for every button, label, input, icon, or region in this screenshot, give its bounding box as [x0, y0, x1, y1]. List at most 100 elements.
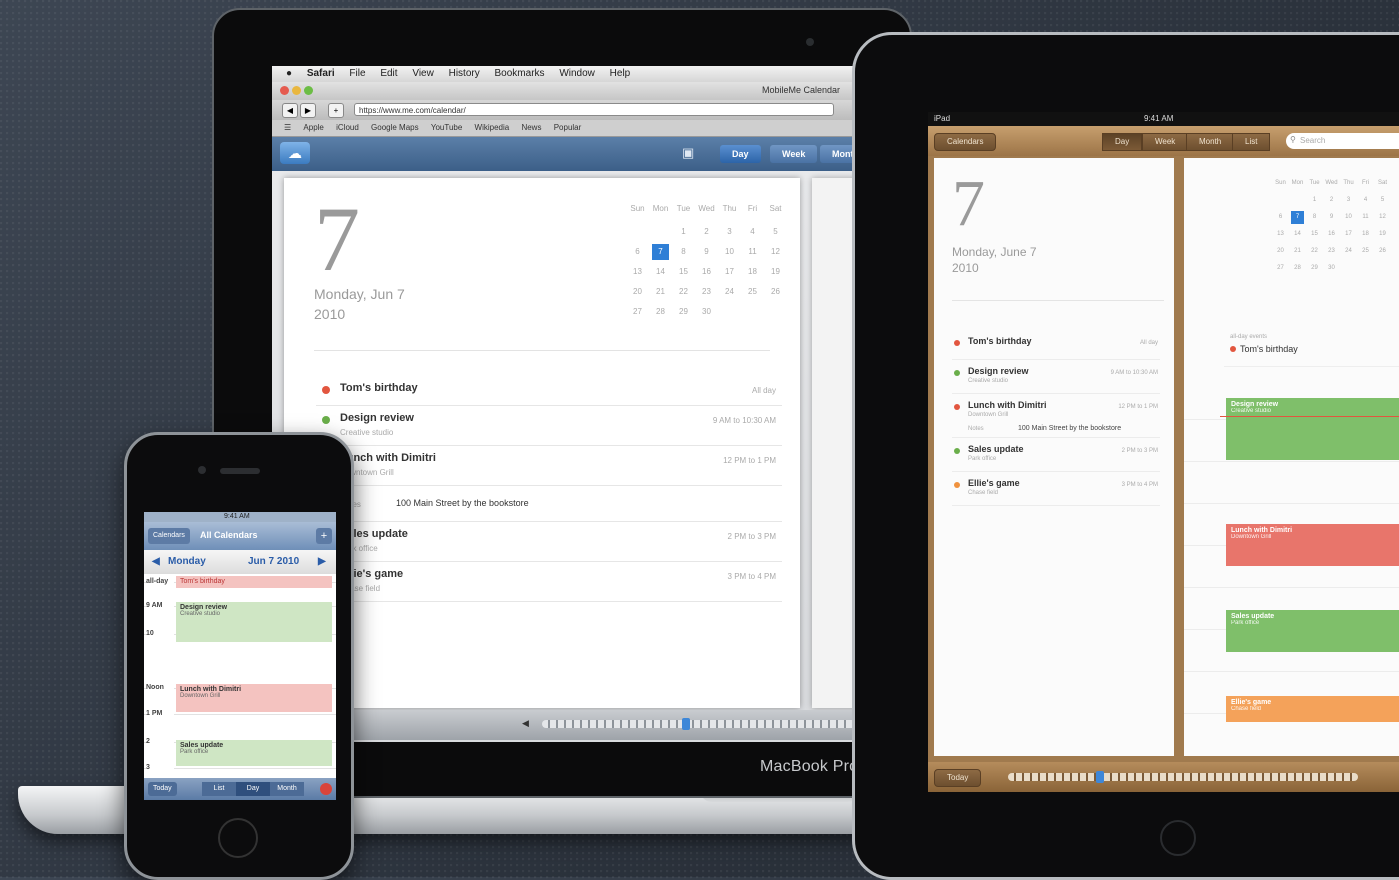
mini-cal-day[interactable]: 22: [1308, 245, 1321, 258]
mini-cal-day[interactable]: 10: [721, 244, 738, 260]
bookmark-popular[interactable]: Popular: [554, 120, 582, 136]
mini-cal-day[interactable]: 6: [1274, 211, 1287, 224]
apple-icon[interactable]: ●: [286, 66, 292, 82]
bookmark-news[interactable]: News: [521, 120, 541, 136]
event-row[interactable]: Tom's birthday All day: [316, 376, 782, 406]
event-row[interactable]: Notes100 Main Street by the bookstore: [316, 486, 782, 522]
mini-cal-day[interactable]: 28: [652, 304, 669, 320]
mini-cal-day[interactable]: 18: [744, 264, 761, 280]
close-icon[interactable]: [280, 86, 289, 95]
event-row[interactable]: Sales update Park office 2 PM to 3 PM: [952, 438, 1160, 472]
menu-item-help[interactable]: Help: [610, 66, 631, 82]
tab-day[interactable]: Day: [236, 782, 270, 796]
menu-item-view[interactable]: View: [412, 66, 434, 82]
mini-cal-day[interactable]: 22: [675, 284, 692, 300]
add-bookmark-icon[interactable]: +: [328, 103, 344, 118]
mini-cal-day[interactable]: [721, 304, 738, 320]
tab-month[interactable]: Month: [270, 782, 304, 796]
bookmarks-icon[interactable]: ☰: [284, 120, 291, 136]
mini-cal-day[interactable]: 6: [629, 244, 646, 260]
tab-month[interactable]: Month: [1186, 133, 1235, 151]
event-row[interactable]: Ellie's game Chase field 3 PM to 4 PM: [316, 562, 782, 602]
mini-cal-day[interactable]: 30: [1325, 262, 1338, 275]
mini-cal-day[interactable]: 15: [675, 264, 692, 280]
mini-cal-day[interactable]: 5: [767, 224, 784, 240]
timeline-block[interactable]: Lunch with Dimitri Downtown Grill: [1226, 524, 1399, 566]
today-button[interactable]: Today: [148, 782, 177, 796]
mini-cal-day[interactable]: 8: [675, 244, 692, 260]
day-button[interactable]: Day: [720, 145, 761, 163]
next-day-icon[interactable]: ▶: [318, 550, 326, 574]
home-button[interactable]: [218, 818, 258, 858]
bookmark-icloud[interactable]: iCloud: [336, 120, 359, 136]
mini-cal-day[interactable]: 2: [1325, 194, 1338, 207]
mini-cal-day[interactable]: [1342, 262, 1355, 275]
allday-event[interactable]: Tom's birthday: [176, 576, 332, 588]
mini-cal-day[interactable]: 20: [1274, 245, 1287, 258]
scrubber-handle[interactable]: [682, 718, 690, 730]
allday-event[interactable]: Tom's birthday: [1240, 344, 1298, 354]
bookmark-youtube[interactable]: YouTube: [431, 120, 462, 136]
mini-cal-day[interactable]: 16: [698, 264, 715, 280]
mini-cal-day[interactable]: 26: [767, 284, 784, 300]
today-button[interactable]: Today: [934, 769, 982, 787]
event-row[interactable]: Sales update Park office 2 PM to 3 PM: [316, 522, 782, 562]
tab-day[interactable]: Day: [1102, 133, 1143, 151]
menu-item-history[interactable]: History: [449, 66, 480, 82]
calendars-icon[interactable]: ▣: [682, 145, 700, 163]
mini-cal-day[interactable]: 27: [1274, 262, 1287, 275]
calendars-button[interactable]: Calendars: [148, 528, 190, 544]
week-button[interactable]: Week: [770, 145, 818, 163]
mini-cal-day[interactable]: 16: [1325, 228, 1338, 241]
mini-cal-day[interactable]: 17: [721, 264, 738, 280]
tab-week[interactable]: Week: [1142, 133, 1189, 151]
mini-cal-day[interactable]: 3: [1342, 194, 1355, 207]
menu-item-edit[interactable]: Edit: [380, 66, 397, 82]
home-button[interactable]: [1160, 820, 1196, 856]
mini-cal-day[interactable]: 28: [1291, 262, 1304, 275]
mini-cal-day[interactable]: 25: [1359, 245, 1372, 258]
timeline-block[interactable]: Ellie's game Chase field: [1226, 696, 1399, 722]
mini-cal-day[interactable]: 7: [1291, 211, 1304, 224]
mini-cal-day[interactable]: [1359, 262, 1372, 275]
url-field[interactable]: https://www.me.com/calendar/: [354, 103, 834, 116]
back-icon[interactable]: ◀: [282, 103, 298, 118]
tab-list[interactable]: List: [1232, 133, 1271, 151]
scrubber-left-icon[interactable]: ◀: [522, 718, 529, 729]
event-row[interactable]: Ellie's game Chase field 3 PM to 4 PM: [952, 472, 1160, 506]
minimize-icon[interactable]: [292, 86, 301, 95]
event-row[interactable]: Lunch with Dimitri Downtown Grill 12 PM to…: [316, 446, 782, 486]
mini-cal-day[interactable]: 4: [744, 224, 761, 240]
calendar-block[interactable]: Lunch with Dimitri Downtown Grill: [176, 684, 332, 712]
add-icon[interactable]: +: [316, 528, 332, 544]
cloud-icon[interactable]: ☁: [280, 142, 310, 164]
mini-cal-day[interactable]: 1: [675, 224, 692, 240]
event-row[interactable]: Design review Creative studio 9 AM to 10:3…: [952, 360, 1160, 394]
mini-cal-day[interactable]: 11: [744, 244, 761, 260]
mini-cal-day[interactable]: 24: [721, 284, 738, 300]
timeline-block[interactable]: Design review Creative studio: [1226, 398, 1399, 460]
mini-cal-day[interactable]: 14: [652, 264, 669, 280]
scrubber-track[interactable]: [542, 720, 862, 728]
search-input[interactable]: Search: [1286, 133, 1399, 149]
mini-cal-day[interactable]: 19: [1376, 228, 1389, 241]
mini-cal-day[interactable]: 29: [1308, 262, 1321, 275]
mini-cal-day[interactable]: 7: [652, 244, 669, 260]
mini-cal-day[interactable]: 13: [629, 264, 646, 280]
mini-cal-day[interactable]: 19: [767, 264, 784, 280]
date-scrubber[interactable]: ◀: [272, 710, 862, 740]
mini-cal-day[interactable]: 29: [675, 304, 692, 320]
mini-cal-day[interactable]: 24: [1342, 245, 1355, 258]
mini-cal-day[interactable]: 26: [1376, 245, 1389, 258]
menu-item-safari[interactable]: Safari: [307, 66, 335, 82]
mini-cal-day[interactable]: 5: [1376, 194, 1389, 207]
mini-cal-day[interactable]: [1376, 262, 1389, 275]
mini-cal-day[interactable]: [1274, 194, 1287, 207]
mini-cal-day[interactable]: 3: [721, 224, 738, 240]
event-row[interactable]: Lunch with Dimitri Downtown Grill 12 PM to…: [952, 394, 1160, 438]
ipad-scrubber[interactable]: [1008, 773, 1358, 781]
mini-cal-day[interactable]: 9: [698, 244, 715, 260]
zoom-icon[interactable]: [304, 86, 313, 95]
mini-cal-day[interactable]: [652, 224, 669, 240]
mini-cal-day[interactable]: [767, 304, 784, 320]
